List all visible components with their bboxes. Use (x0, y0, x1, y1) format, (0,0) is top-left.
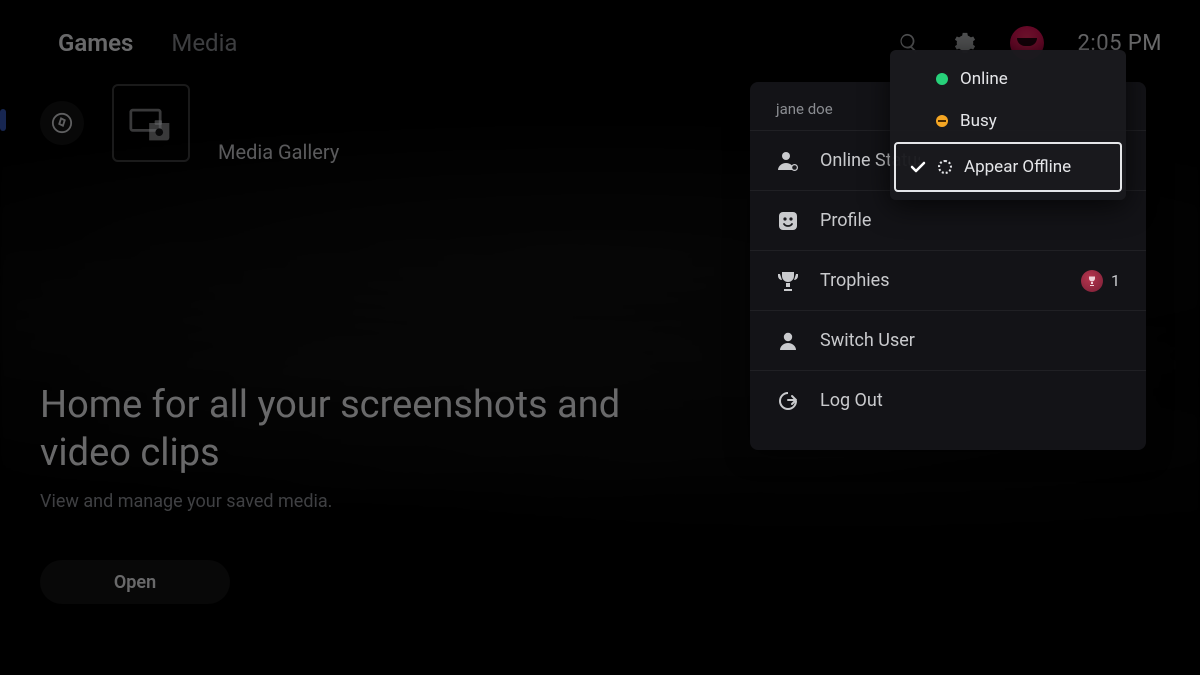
menu-switch-user-label: Switch User (820, 330, 915, 351)
menu-log-out[interactable]: Log Out (750, 370, 1146, 430)
profile-icon (776, 209, 800, 233)
tab-media[interactable]: Media (171, 29, 237, 57)
trophy-icon (776, 269, 800, 293)
busy-dot-icon (936, 115, 948, 127)
check-icon (910, 159, 926, 175)
tile-media-gallery[interactable] (112, 84, 190, 162)
trophy-badge-icon (1081, 270, 1103, 292)
trophies-notification: 1 (1081, 270, 1120, 292)
promo-title: Home for all your screenshots and video … (40, 382, 680, 477)
status-option-online[interactable]: Online (890, 58, 1126, 100)
trophies-count: 1 (1111, 271, 1120, 290)
menu-switch-user[interactable]: Switch User (750, 310, 1146, 370)
top-tabs: Games Media (58, 29, 237, 57)
menu-trophies-label: Trophies (820, 270, 890, 291)
gallery-icon (129, 103, 173, 143)
compass-icon (51, 112, 73, 134)
online-dot-icon (936, 73, 948, 85)
status-online-label: Online (960, 69, 1008, 89)
menu-log-out-label: Log Out (820, 390, 883, 411)
offline-dot-icon (938, 160, 952, 174)
status-busy-label: Busy (960, 111, 997, 131)
promo-block: Home for all your screenshots and video … (40, 382, 680, 604)
status-option-appear-offline[interactable]: Appear Offline (894, 142, 1122, 192)
promo-subtitle: View and manage your saved media. (40, 491, 680, 512)
logout-icon (776, 389, 800, 413)
person-status-icon (776, 149, 800, 173)
menu-trophies[interactable]: Trophies 1 (750, 250, 1146, 310)
person-icon (776, 329, 800, 353)
open-button[interactable]: Open (40, 560, 230, 604)
status-option-busy[interactable]: Busy (890, 100, 1126, 142)
status-dropdown: Online Busy Appear Offline (890, 50, 1126, 200)
tile-label: Media Gallery (218, 140, 339, 164)
menu-profile-label: Profile (820, 210, 871, 231)
tab-games[interactable]: Games (58, 29, 133, 57)
status-offline-label: Appear Offline (964, 157, 1071, 177)
explore-tool[interactable] (40, 101, 84, 145)
